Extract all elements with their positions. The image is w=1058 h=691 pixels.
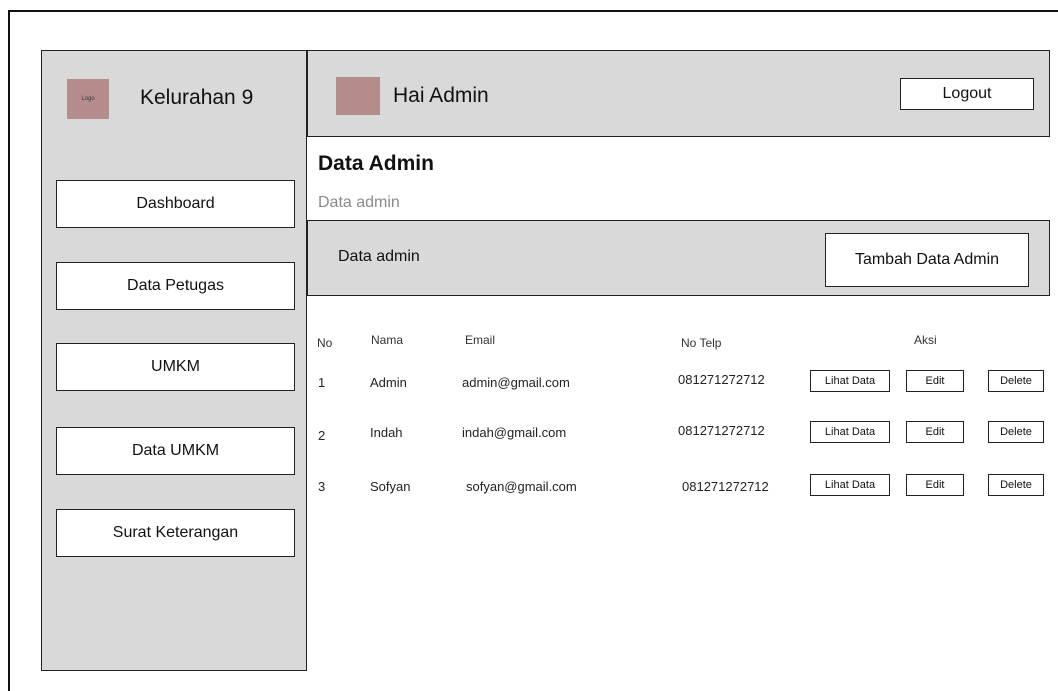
cell-telp: 081271272712 (682, 479, 769, 494)
view-button[interactable]: Lihat Data (810, 421, 890, 443)
edit-button[interactable]: Edit (906, 421, 964, 443)
sidebar-item-dashboard[interactable]: Dashboard (56, 180, 295, 228)
sidebar-item-label: Dashboard (136, 195, 215, 212)
delete-button[interactable]: Delete (988, 474, 1044, 496)
sidebar-item-label: UMKM (151, 358, 200, 375)
cell-email: indah@gmail.com (462, 425, 567, 440)
logo: Logo (67, 79, 109, 119)
sidebar: Logo Kelurahan 9 Dashboard Data Petugas … (41, 50, 307, 671)
column-header-telp: No Telp (681, 336, 722, 350)
sidebar-item-data-petugas[interactable]: Data Petugas (56, 262, 295, 310)
view-button[interactable]: Lihat Data (810, 370, 890, 392)
cell-telp: 081271272712 (678, 372, 765, 387)
sidebar-item-label: Data Petugas (127, 277, 224, 294)
column-header-nama: Nama (371, 333, 404, 347)
edit-button[interactable]: Edit (906, 370, 964, 392)
cell-email: admin@gmail.com (462, 375, 570, 390)
page-title: Data Admin (318, 152, 434, 175)
top-header: Hai Admin Logout (306, 50, 1050, 137)
brand-name: Kelurahan 9 (140, 86, 254, 109)
cell-no: 3 (318, 479, 326, 494)
sidebar-item-surat-keterangan[interactable]: Surat Keterangan (56, 509, 295, 557)
column-header-email: Email (465, 333, 496, 347)
delete-button[interactable]: Delete (988, 370, 1044, 392)
sidebar-item-umkm[interactable]: UMKM (56, 343, 295, 391)
greeting-text: Hai Admin (393, 84, 489, 107)
column-header-aksi: Aksi (914, 333, 937, 347)
sidebar-item-label: Surat Keterangan (112, 524, 239, 541)
sidebar-item-data-umkm[interactable]: Data UMKM (56, 427, 295, 475)
cell-telp: 081271272712 (678, 423, 765, 438)
cell-nama: Admin (370, 375, 407, 390)
logo-text: Logo (81, 96, 95, 102)
avatar (336, 77, 380, 115)
cell-nama: Indah (370, 425, 403, 440)
logout-button[interactable]: Logout (900, 78, 1034, 110)
cell-email: sofyan@gmail.com (466, 479, 577, 494)
page-subtitle: Data admin (318, 194, 400, 211)
delete-button[interactable]: Delete (988, 421, 1044, 443)
add-admin-button[interactable]: Tambah Data Admin (825, 233, 1029, 287)
sidebar-item-label: Data UMKM (131, 442, 220, 459)
panel-label: Data admin (338, 248, 420, 265)
column-header-no: No (317, 336, 333, 350)
data-panel: Data admin Tambah Data Admin (306, 220, 1050, 296)
edit-button[interactable]: Edit (906, 474, 964, 496)
cell-no: 1 (318, 375, 326, 390)
cell-nama: Sofyan (370, 479, 411, 494)
view-button[interactable]: Lihat Data (810, 474, 890, 496)
cell-no: 2 (318, 428, 326, 443)
